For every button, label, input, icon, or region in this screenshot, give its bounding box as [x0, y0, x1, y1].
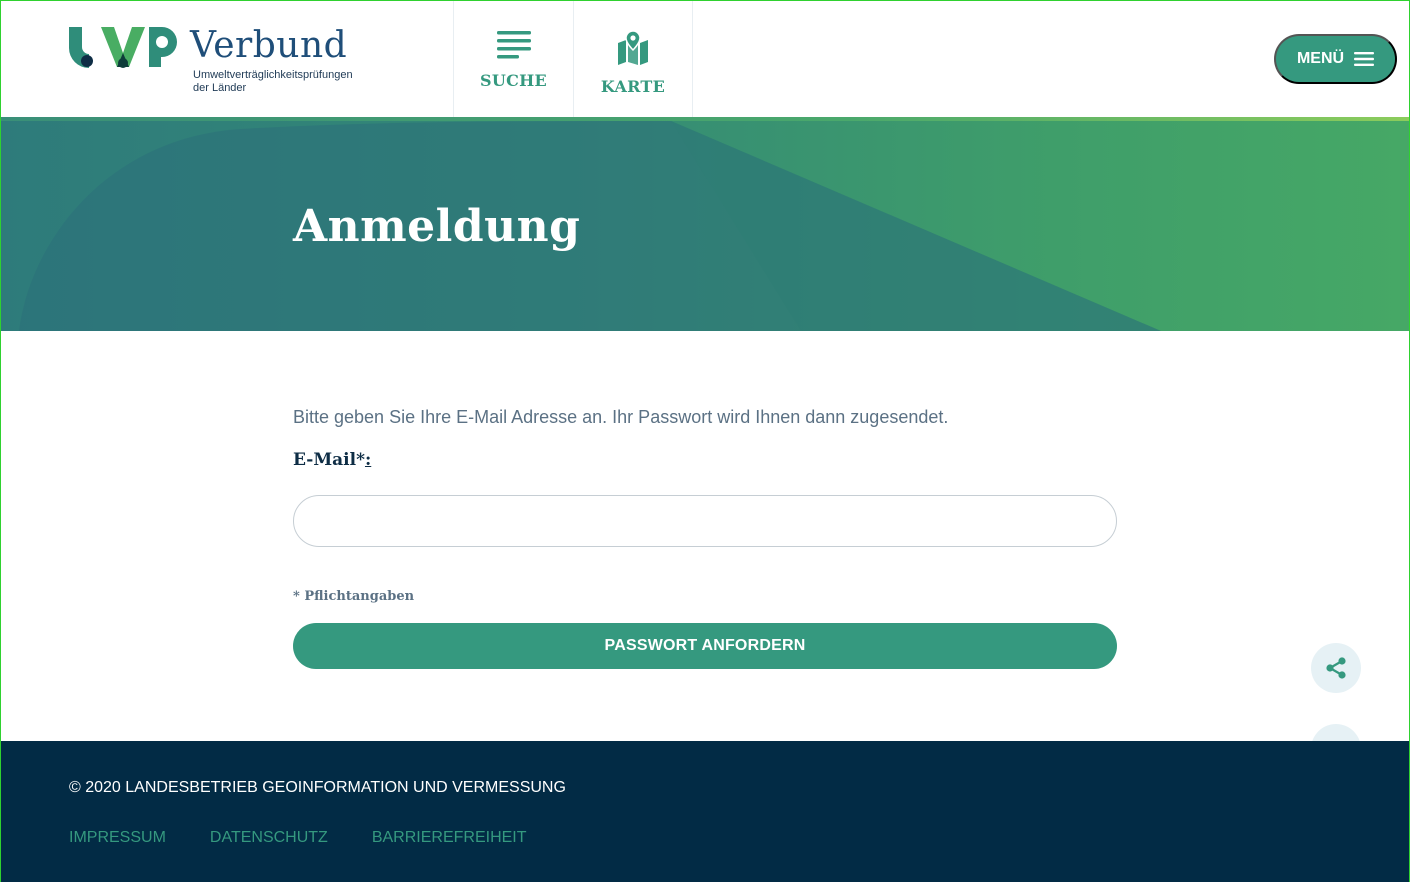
- nav-search[interactable]: SUCHE: [453, 1, 573, 117]
- share-button[interactable]: [1311, 643, 1361, 693]
- copyright-text: © 2020 LANDESBETRIEB GEOINFORMATION UND …: [69, 779, 566, 796]
- request-password-button[interactable]: PASSWORT ANFORDERN: [293, 623, 1117, 669]
- hamburger-icon: [1354, 52, 1375, 66]
- logo-subtitle-line2: der Länder: [193, 82, 247, 94]
- footer-link-impressum[interactable]: IMPRESSUM: [69, 829, 166, 847]
- nav-map-label: KARTE: [600, 77, 666, 96]
- logo-subtitle: Umweltverträglichkeitsprüfungen der Länd…: [193, 69, 383, 95]
- hero-accent-line: [1, 117, 1409, 121]
- menu-label: MENÜ: [1296, 50, 1345, 67]
- email-label-text: E-Mail*: [293, 450, 365, 470]
- hero-decoration: [19, 121, 1161, 331]
- footer-link-barrierefreiheit[interactable]: BARRIEREFREIHEIT: [372, 829, 527, 847]
- uvp-logo-mark: [69, 27, 177, 68]
- site-footer: © 2020 LANDESBETRIEB GEOINFORMATION UND …: [1, 741, 1409, 882]
- form-intro-text: Bitte geben Sie Ihre E-Mail Adresse an. …: [293, 407, 949, 427]
- site-header: Verbund Umweltverträglichkeitsprüfungen …: [1, 1, 1409, 117]
- share-icon: [1326, 657, 1346, 679]
- nav-search-label: SUCHE: [479, 71, 548, 90]
- email-label-colon: :: [364, 450, 372, 470]
- list-icon: [496, 31, 531, 59]
- nav-map[interactable]: KARTE: [573, 1, 693, 117]
- required-note: * Pflichtangaben: [293, 589, 415, 604]
- site-logo[interactable]: Verbund Umweltverträglichkeitsprüfungen …: [69, 23, 369, 103]
- page-title: Anmeldung: [293, 201, 581, 252]
- menu-button[interactable]: MENÜ: [1274, 34, 1397, 84]
- logo-title: Verbund: [190, 25, 348, 66]
- hero-banner: Anmeldung: [1, 117, 1409, 331]
- map-pin-icon: [618, 31, 648, 65]
- logo-subtitle-line1: Umweltverträglichkeitsprüfungen: [193, 69, 353, 81]
- footer-nav: IMPRESSUM DATENSCHUTZ BARRIEREFREIHEIT: [69, 829, 527, 847]
- email-label: E-Mail*:: [293, 450, 371, 470]
- email-field[interactable]: [293, 495, 1117, 547]
- footer-link-datenschutz[interactable]: DATENSCHUTZ: [210, 829, 328, 847]
